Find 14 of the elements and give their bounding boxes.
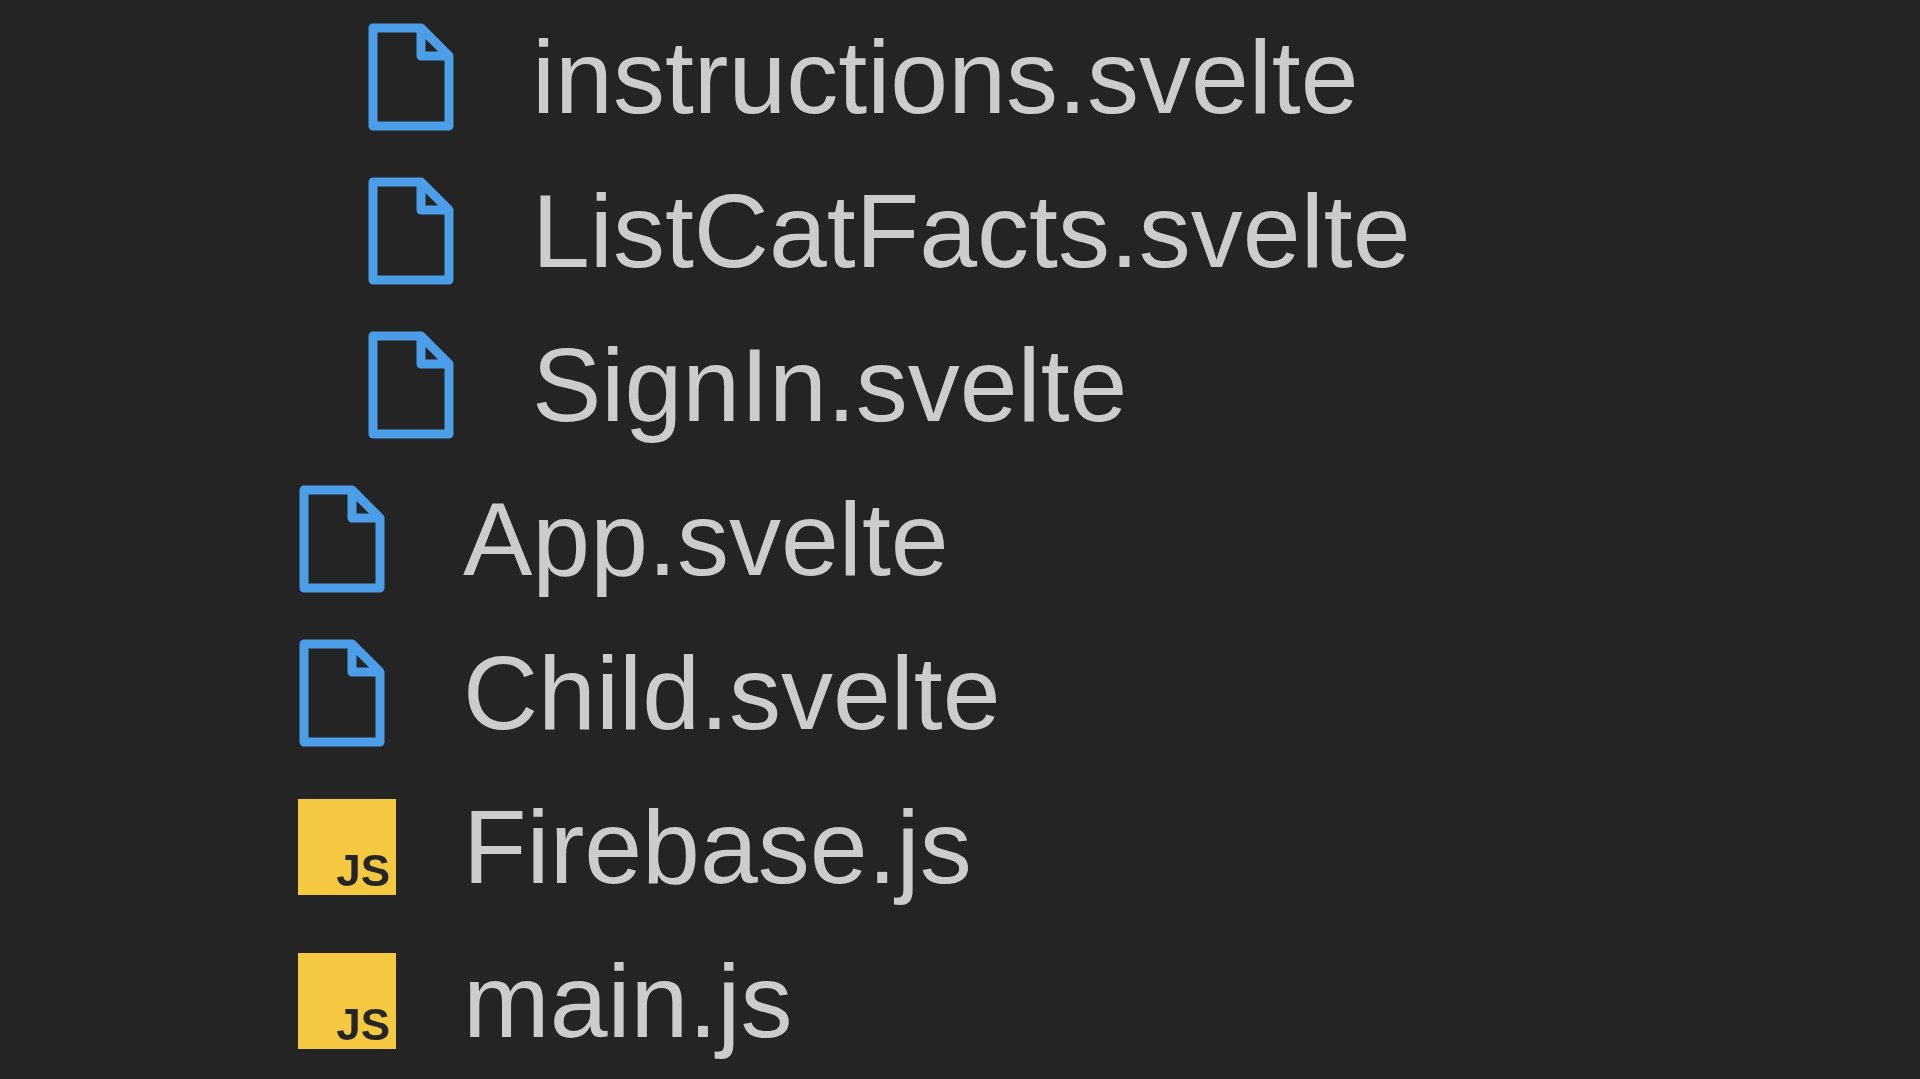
file-name[interactable]: App.svelte <box>463 476 949 602</box>
file-icon <box>298 638 386 748</box>
file-name[interactable]: main.js <box>463 938 793 1064</box>
file-icon <box>367 330 455 440</box>
file-icon <box>298 484 386 594</box>
file-name[interactable]: instructions.svelte <box>532 14 1359 140</box>
file-name[interactable]: Child.svelte <box>463 630 1001 756</box>
javascript-file-icon: JS <box>298 799 396 895</box>
file-icon <box>367 22 455 132</box>
javascript-file-icon: JS <box>298 953 396 1049</box>
file-icon <box>367 176 455 286</box>
file-name[interactable]: Firebase.js <box>463 784 972 910</box>
file-name[interactable]: SignIn.svelte <box>532 322 1128 448</box>
file-name[interactable]: ListCatFacts.svelte <box>532 168 1411 294</box>
